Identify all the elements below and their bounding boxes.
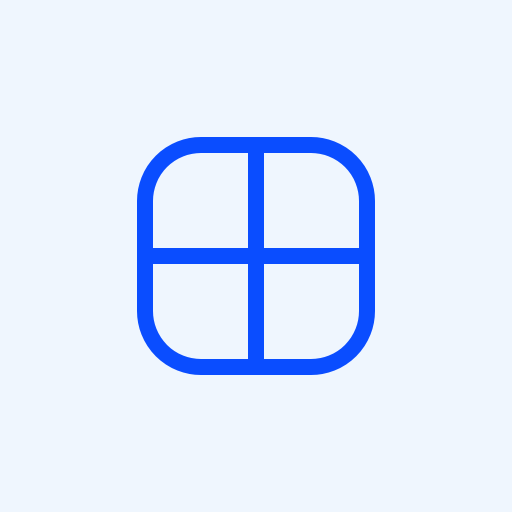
icon-canvas — [0, 0, 512, 512]
grid-icon — [137, 137, 375, 375]
